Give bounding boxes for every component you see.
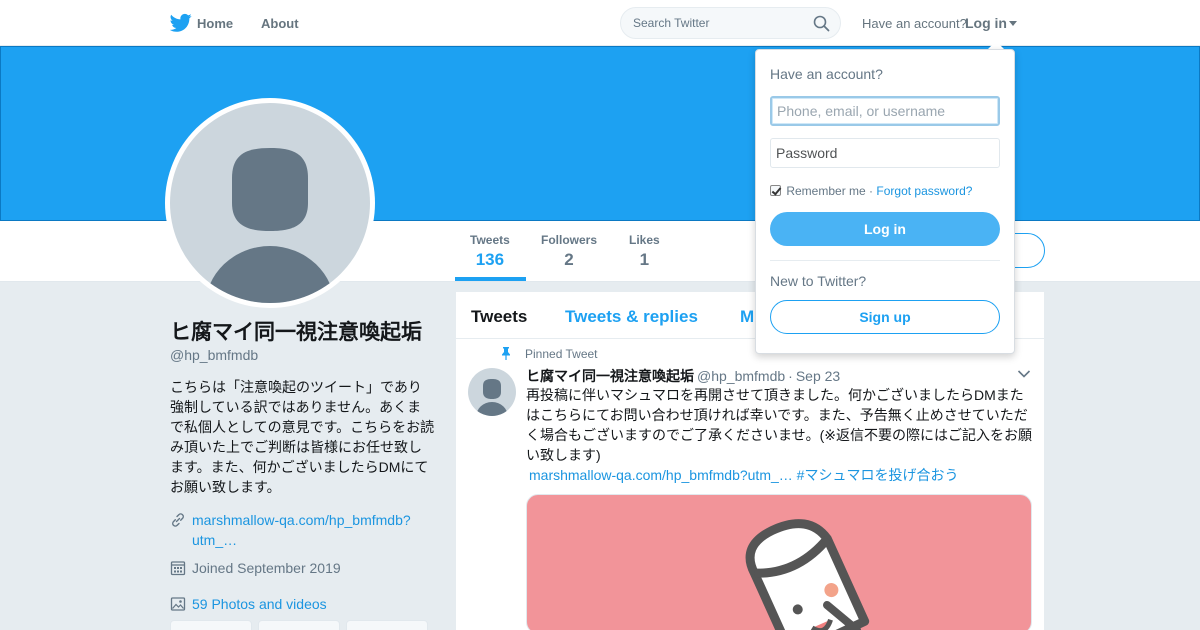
twitter-bird-icon[interactable] [170, 13, 192, 33]
marshmallow-character-icon [745, 519, 870, 630]
joined-date: Joined September 2019 [192, 560, 341, 576]
tweet-text: 再投稿に伴いマシュマロを再開させて頂きました。何かございましたらDMまたはこちら… [526, 387, 1032, 463]
new-to-twitter-label: New to Twitter? [770, 273, 867, 289]
pinned-text: Pinned Tweet [525, 347, 598, 361]
stat-likes[interactable]: Likes 1 [629, 233, 660, 270]
tab-tweets[interactable]: Tweets [471, 307, 527, 327]
tweet-url-link[interactable]: marshmallow-qa.com/hp_bmfmdb?utm_… [529, 467, 793, 483]
stat-tweets[interactable]: Tweets 136 [470, 233, 510, 270]
dropdown-title: Have an account? [770, 66, 883, 82]
have-account-label: Have an account? [862, 16, 967, 31]
tab-tweets-replies[interactable]: Tweets & replies [565, 307, 698, 327]
stat-value: 2 [564, 250, 574, 269]
login-button[interactable]: Log in [770, 212, 1000, 246]
username-field[interactable] [770, 96, 1000, 126]
photo-thumbnail[interactable] [170, 620, 252, 630]
stat-value: 136 [475, 250, 505, 269]
link-icon [172, 513, 184, 527]
default-avatar-icon [170, 103, 370, 303]
active-stat-indicator [455, 277, 526, 281]
tweet-header: ヒ腐マイ同一視注意喚起垢 @hp_bmfmdb · Sep 23 [526, 366, 840, 386]
photo-thumbnail[interactable] [346, 620, 428, 630]
stat-followers[interactable]: Followers 2 [541, 233, 597, 270]
website-link[interactable]: marshmallow-qa.com/hp_bmfmdb?utm_… [192, 510, 432, 550]
profile-bio: こちらは「注意喚起のツイート」であり強制している訳ではありません。あくまで私個人… [170, 379, 435, 495]
calendar-icon [170, 561, 186, 576]
dropdown-divider [770, 260, 1000, 261]
profile-avatar[interactable] [165, 98, 375, 308]
chevron-down-icon[interactable] [1017, 369, 1031, 379]
tweet-hashtag-link[interactable]: #マシュマロを投げ合おう [797, 467, 959, 483]
search-input[interactable] [633, 16, 803, 30]
tweet-date[interactable]: Sep 23 [796, 368, 840, 384]
pin-icon [502, 347, 510, 360]
signup-button[interactable]: Sign up [770, 300, 1000, 334]
stat-label: Followers [541, 233, 598, 247]
login-dropdown: Have an account? Remember me · Forgot pa… [755, 49, 1015, 354]
search-box[interactable] [620, 7, 841, 39]
tab-media[interactable]: M [740, 307, 754, 327]
search-icon[interactable] [813, 15, 830, 32]
profile-name: ヒ腐マイ同一視注意喚起垢 [170, 321, 422, 344]
remember-separator: · [869, 184, 874, 198]
photo-thumbnails [170, 620, 430, 630]
top-navigation-bar: Home About Have an account? Log in [0, 0, 1200, 46]
login-dropdown-toggle[interactable]: Log in [965, 15, 1017, 31]
photo-thumbnail[interactable] [258, 620, 340, 630]
nav-home-link[interactable]: Home [197, 16, 233, 31]
tweet-author-name[interactable]: ヒ腐マイ同一視注意喚起垢 [526, 368, 694, 384]
stat-value: 1 [639, 250, 650, 269]
remember-me-row: Remember me · Forgot password? [770, 184, 972, 198]
nav-about-link[interactable]: About [261, 16, 299, 31]
remember-me-checkbox[interactable] [770, 185, 781, 196]
tweet-separator: · [788, 368, 793, 384]
tweet-links: marshmallow-qa.com/hp_bmfmdb?utm_… #マシュマ… [529, 465, 958, 485]
tweet-author-handle[interactable]: @hp_bmfmdb [697, 368, 785, 384]
caret-down-icon [1009, 21, 1017, 26]
login-link-label: Log in [965, 15, 1007, 31]
photo-icon [170, 597, 186, 611]
stat-label: Tweets [470, 233, 510, 247]
tweet-media-image[interactable] [526, 494, 1032, 630]
tweet-avatar[interactable] [468, 368, 516, 416]
profile-handle: @hp_bmfmdb [170, 347, 259, 363]
forgot-password-link[interactable]: Forgot password? [876, 184, 972, 198]
password-field[interactable] [770, 138, 1000, 168]
photos-link[interactable]: 59 Photos and videos [192, 594, 432, 614]
remember-me-label[interactable]: Remember me [786, 184, 865, 198]
stat-label: Likes [629, 233, 660, 247]
